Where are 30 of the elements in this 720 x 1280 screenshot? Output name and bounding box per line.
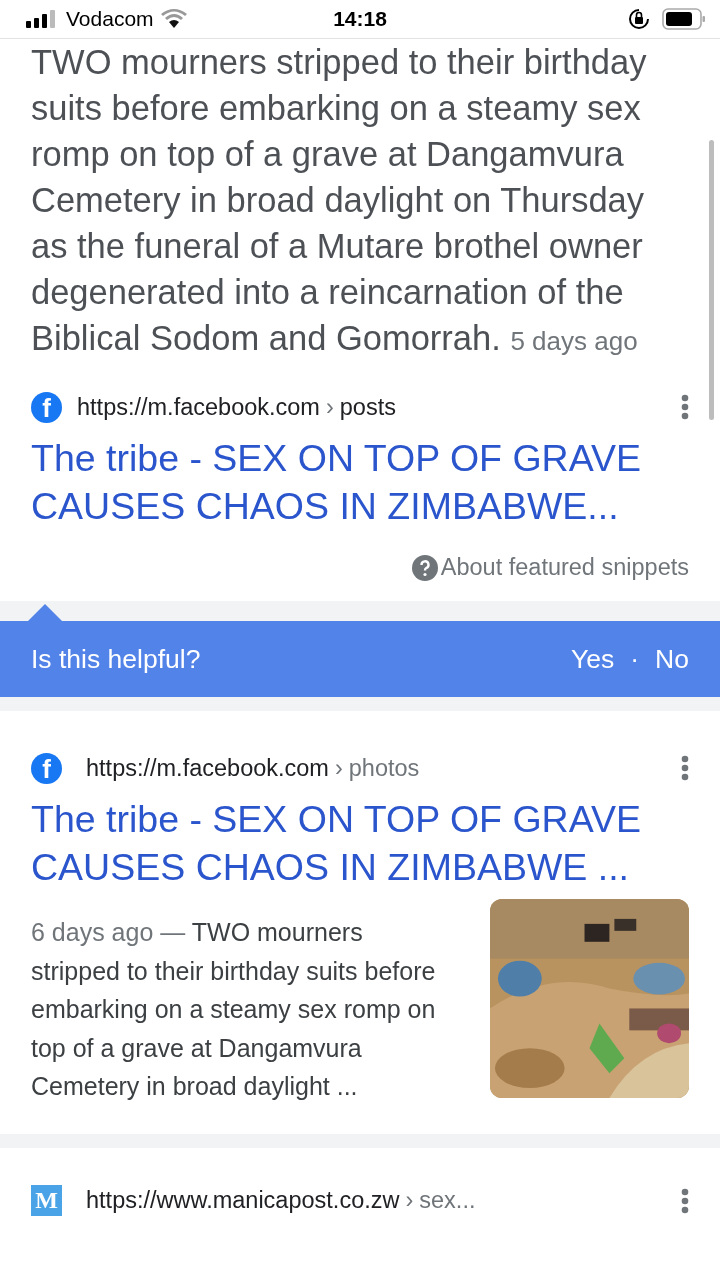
rotation-lock-icon: [628, 8, 650, 30]
site-logo-icon: M: [31, 1185, 62, 1216]
more-options-icon[interactable]: [681, 755, 689, 781]
breadcrumb-separator: ›: [405, 1187, 414, 1214]
breadcrumb-separator: ›: [334, 754, 343, 782]
clock-time: 14:18: [333, 7, 387, 31]
result-url: https://m.facebook.com: [77, 393, 320, 421]
no-button[interactable]: No: [655, 643, 689, 675]
feedback-question: Is this helpful?: [31, 643, 202, 675]
result-title-link[interactable]: The tribe - SEX ON TOP OF GRAVE CAUSES CHAOS IN ZIMBABWE ...: [0, 795, 720, 891]
breadcrumb-path: sex...: [419, 1187, 476, 1214]
result-url: https://www.manicapost.co.zw: [86, 1187, 400, 1214]
breadcrumb-separator: ›: [325, 393, 334, 421]
breadcrumb-path: posts: [339, 393, 396, 421]
result-title-link[interactable]: The tribe - SEX ON TOP OF GRAVE CAUSES CHAOS IN ZIMBABWE...: [0, 434, 720, 530]
battery-icon: [662, 8, 706, 30]
help-icon: [411, 554, 438, 581]
snippet-text: TWO mourners stripped to their birthday suits before embarking on a steamy sex romp on top of a grave at Dangamvura Cemetery in broad daylight on Thursday as the funeral of a Mutare brothel owner degenerated into a reincarnation of the Biblical Sodom and Gomorrah. 5 days ago: [31, 42, 648, 359]
more-options-icon[interactable]: [681, 394, 689, 420]
facebook-icon: f: [31, 391, 62, 423]
breadcrumb-path: photos: [348, 754, 420, 782]
yes-button[interactable]: Yes: [571, 643, 615, 675]
about-snippets-link[interactable]: About featured snippets: [411, 554, 689, 581]
separator-dot: ·: [630, 643, 640, 675]
wifi-icon: [159, 9, 188, 29]
facebook-icon: f: [31, 752, 62, 784]
carrier-name: Vodacom: [66, 7, 154, 31]
snippet-text: 6 days ago — TWO mourners stripped to their birthday suits before embarking on a steamy sex romp on top of a grave at Dangamvura Cemetery in broad daylight ...: [31, 917, 437, 1102]
more-options-icon[interactable]: [681, 1187, 689, 1214]
result-url: https://m.facebook.com: [86, 754, 329, 782]
